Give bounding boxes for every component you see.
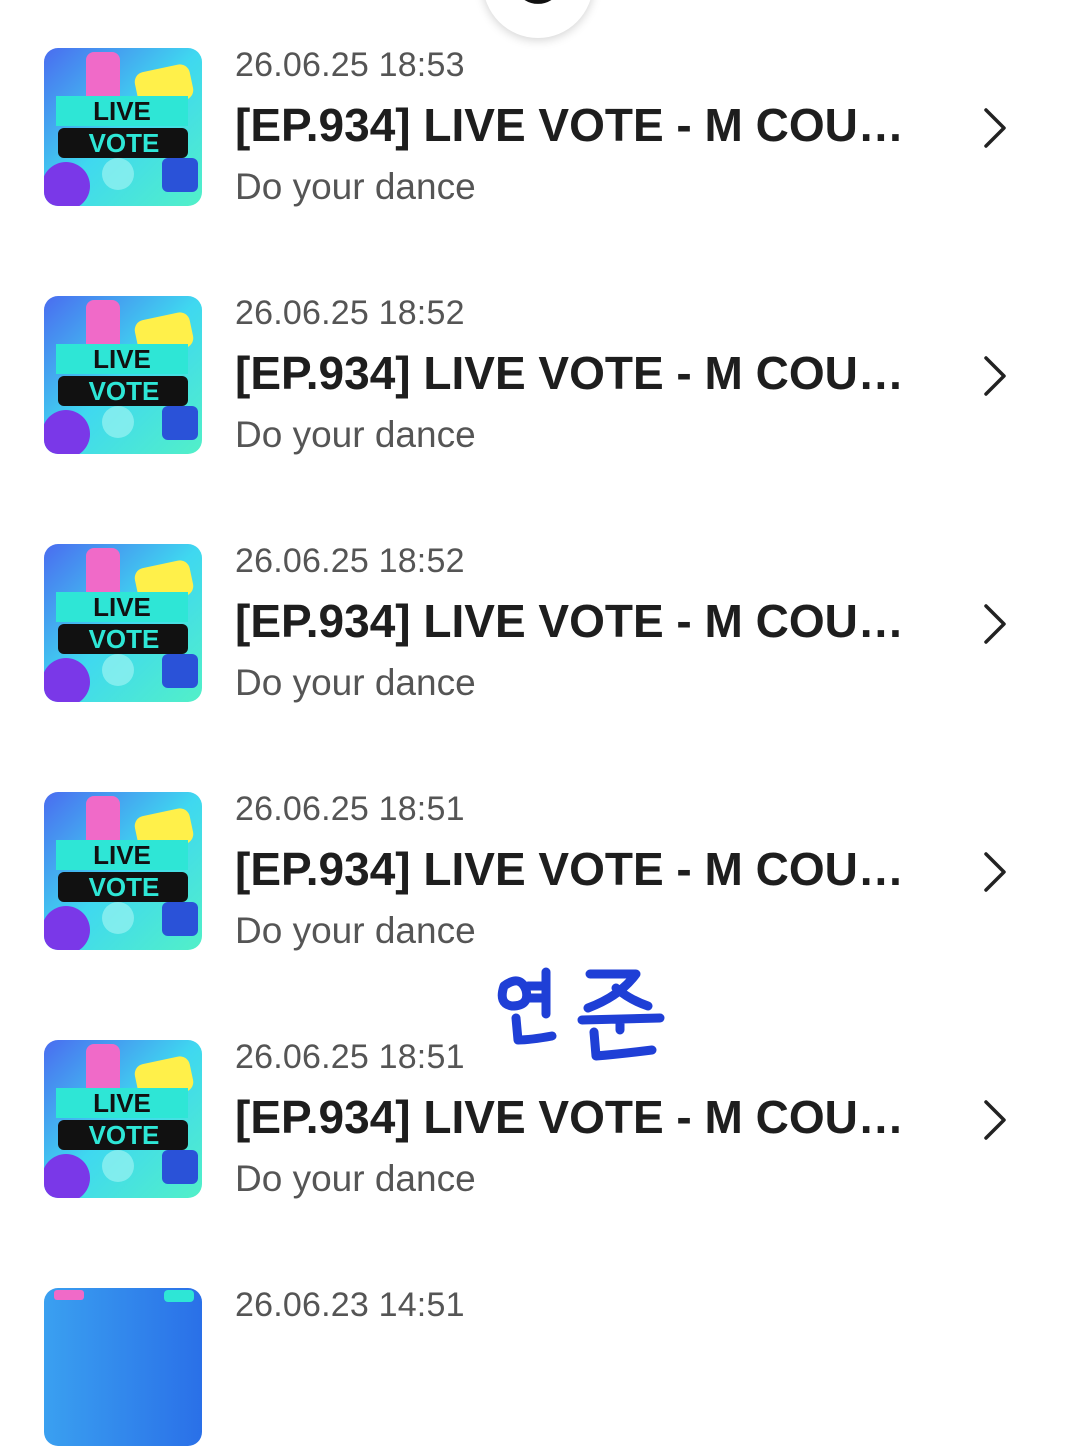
- thumb-vote-text: VOTE: [89, 1120, 160, 1150]
- timestamp: 26.06.25 18:52: [235, 294, 465, 332]
- thumb-live-text: LIVE: [93, 840, 151, 870]
- timestamp: 26.06.25 18:51: [235, 1038, 465, 1076]
- item-title: [EP.934] LIVE VOTE - M COUNTDOWN: [235, 99, 915, 151]
- thumb-live-text: LIVE: [93, 344, 151, 374]
- chevron-right-icon[interactable]: [980, 354, 1010, 398]
- list-item[interactable]: LIVE VOTE 26.06.25 18:52 [EP.934] LIVE V…: [0, 248, 1078, 455]
- timestamp: 26.06.25 18:51: [235, 790, 465, 828]
- list-item[interactable]: LIVE VOTE 26.06.25 18:52 [EP.934] LIVE V…: [0, 496, 1078, 703]
- timestamp: 26.06.23 14:51: [235, 1286, 465, 1324]
- live-vote-thumbnail: LIVE VOTE: [44, 1040, 202, 1198]
- handwritten-signature: [497, 967, 665, 1061]
- thumb-vote-text: VOTE: [89, 376, 160, 406]
- timestamp: 26.06.25 18:53: [235, 46, 465, 84]
- item-title: [EP.934] LIVE VOTE - M COUNTDOWN: [235, 347, 915, 399]
- chevron-right-icon[interactable]: [980, 1098, 1010, 1142]
- chevron-right-icon[interactable]: [980, 602, 1010, 646]
- chevron-right-icon[interactable]: [980, 850, 1010, 894]
- thumb-live-text: LIVE: [93, 1088, 151, 1118]
- list-item[interactable]: LIVE VOTE 26.06.25 18:53 [EP.934] LIVE V…: [0, 0, 1078, 207]
- item-title: [EP.934] LIVE VOTE - M COUNTDOWN: [235, 595, 915, 647]
- thumb-vote-text: VOTE: [89, 872, 160, 902]
- item-subtitle: Do your dance: [235, 414, 476, 455]
- item-subtitle: Do your dance: [235, 662, 476, 703]
- item-title: [EP.934] LIVE VOTE - M COUNTDOWN: [235, 1091, 915, 1143]
- timestamp: 26.06.25 18:52: [235, 542, 465, 580]
- live-vote-thumbnail: LIVE VOTE: [44, 792, 202, 950]
- list-item[interactable]: 26.06.23 14:51: [0, 1240, 1078, 1446]
- thumb-live-text: LIVE: [93, 592, 151, 622]
- thumbnail: [44, 1288, 202, 1446]
- live-vote-thumbnail: LIVE VOTE: [44, 48, 202, 206]
- live-vote-thumbnail: LIVE VOTE: [44, 544, 202, 702]
- thumb-vote-text: VOTE: [89, 624, 160, 654]
- item-title: [EP.934] LIVE VOTE - M COUNTDOWN: [235, 843, 915, 895]
- item-subtitle: Do your dance: [235, 910, 476, 951]
- list-item[interactable]: LIVE VOTE 26.06.25 18:51 [EP.934] LIVE V…: [0, 744, 1078, 951]
- thumb-vote-text: VOTE: [89, 128, 160, 158]
- item-subtitle: Do your dance: [235, 166, 476, 207]
- item-subtitle: Do your dance: [235, 1158, 476, 1199]
- live-vote-thumbnail: LIVE VOTE: [44, 296, 202, 454]
- chevron-right-icon[interactable]: [980, 106, 1010, 150]
- thumb-live-text: LIVE: [93, 96, 151, 126]
